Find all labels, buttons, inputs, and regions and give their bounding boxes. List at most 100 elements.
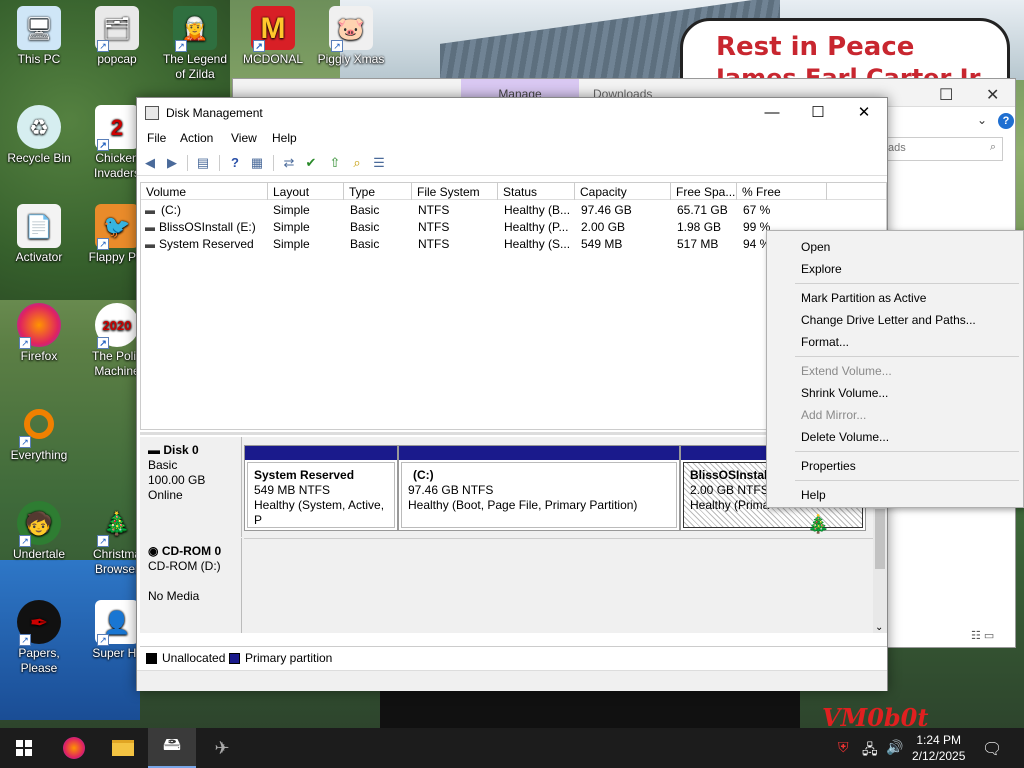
desktop-icon-undertale[interactable]: 🧒 ↗ Undertale — [1, 501, 77, 562]
title-bar[interactable]: Disk Management — ☐ ✕ — [137, 98, 887, 128]
menu-file[interactable]: File — [147, 131, 166, 145]
column-volume[interactable]: Volume — [141, 183, 268, 200]
cell-type: Basic — [350, 237, 380, 251]
partition-size: 97.46 GB NTFS — [408, 483, 494, 497]
cell-layout: Simple — [273, 237, 310, 251]
close-button[interactable]: ✕ — [841, 102, 887, 124]
details-view-icon[interactable]: ☷ ▭ — [971, 629, 994, 642]
back-icon[interactable]: ◀ — [141, 154, 159, 171]
help-icon[interactable]: ? — [226, 154, 244, 171]
menu-item-format[interactable]: Format... — [801, 335, 849, 349]
partition-bar — [245, 446, 397, 460]
menu-item-shrink-volume[interactable]: Shrink Volume... — [801, 386, 888, 400]
menu-action[interactable]: Action — [180, 131, 213, 145]
desktop-icon-papers-please[interactable]: ✒ ↗ Papers, Please — [1, 600, 77, 676]
security-icon[interactable]: ⛨ — [838, 739, 849, 756]
help-icon[interactable]: ? — [998, 113, 1014, 129]
maximize-icon[interactable]: ☐ — [939, 85, 953, 105]
flappy-icon: 🐦 ↗ — [95, 204, 139, 250]
cell-percent-free: 67 % — [743, 203, 771, 217]
column-status[interactable]: Status — [498, 183, 575, 200]
clock[interactable]: 1:24 PM 2/12/2025 — [912, 732, 965, 764]
menu-item-explore[interactable]: Explore — [801, 262, 842, 276]
cdrom-0-label[interactable]: ◉ CD-ROM 0 CD-ROM (D:) No Media — [140, 538, 242, 633]
menu-view[interactable]: View — [231, 131, 257, 145]
search-input[interactable]: ads ⌕ — [881, 137, 1003, 161]
taskbar-disk-management[interactable]: 🖴 — [148, 728, 196, 768]
taskbar-file-explorer[interactable] — [99, 728, 147, 768]
scroll-down-icon[interactable]: ⌄ — [875, 622, 883, 633]
minimize-button[interactable]: — — [749, 102, 795, 124]
console-tree-icon[interactable]: ▤ — [194, 154, 212, 171]
close-icon[interactable]: ✕ — [986, 85, 999, 105]
desktop-icon-legend-of-zilda[interactable]: 🧝 ↗ The Legend of Zilda — [157, 6, 233, 82]
cell-capacity: 549 MB — [581, 237, 623, 251]
desktop-icon-firefox[interactable]: ↗ Firefox — [1, 303, 77, 364]
partition-c[interactable]: (C:) 97.46 GB NTFS Healthy (Boot, Page F… — [398, 445, 680, 531]
cell-free-space: 517 MB — [677, 237, 719, 251]
desktop-icon-activator[interactable]: 📄 Activator — [1, 204, 77, 265]
checklist-icon[interactable]: ✔ — [302, 154, 320, 171]
desktop-icon-popcap[interactable]: 🗂 ↗ popcap — [79, 6, 155, 67]
cell-type: Basic — [350, 220, 380, 234]
desktop-icon-label: Super Hil — [92, 646, 142, 660]
column-type[interactable]: Type — [344, 183, 412, 200]
desktop-icon-everything[interactable]: ↗ Everything — [1, 402, 77, 463]
taskbar-app[interactable]: ✈ — [198, 728, 246, 768]
menu-help[interactable]: Help — [272, 131, 297, 145]
network-icon[interactable]: 🖧 — [862, 739, 878, 763]
maximize-button[interactable]: ☐ — [795, 102, 841, 124]
primary-swatch — [229, 653, 240, 664]
notifications-icon[interactable]: 🗨 — [982, 739, 1002, 759]
cell-type: Basic — [350, 203, 380, 217]
scrollbar-thumb[interactable] — [875, 509, 885, 569]
connect-icon[interactable]: ⇄ — [280, 154, 298, 171]
start-button[interactable] — [0, 728, 48, 768]
properties-icon[interactable]: ▦ — [248, 154, 266, 171]
menu-item-delete-volume[interactable]: Delete Volume... — [801, 430, 889, 444]
cdrom-0-name-row: ◉ CD-ROM 0 — [148, 544, 233, 559]
menu-item-properties[interactable]: Properties — [801, 459, 856, 473]
christmas-tree-icon: 🎄 ↗ — [95, 501, 139, 547]
undertale-icon: 🧒 ↗ — [17, 501, 61, 547]
zelda-icon: 🧝 ↗ — [173, 6, 217, 52]
cell-status: Healthy (S... — [504, 237, 571, 251]
column-capacity[interactable]: Capacity — [575, 183, 671, 200]
chevron-down-icon[interactable]: ⌄ — [977, 113, 987, 127]
taskbar-firefox[interactable] — [50, 728, 98, 768]
super-hil-icon: 👤 ↗ — [95, 600, 139, 646]
column-free-space[interactable]: Free Spa... — [671, 183, 737, 200]
menu-item-mark-active[interactable]: Mark Partition as Active — [801, 291, 926, 305]
volume-icon[interactable]: 🔊 — [886, 739, 903, 756]
menu-item-change-drive-letter[interactable]: Change Drive Letter and Paths... — [801, 313, 976, 327]
cell-status: Healthy (B... — [504, 203, 571, 217]
disk-0-name-row: ▬ Disk 0 — [148, 443, 233, 458]
partition-name: BlissOSInstall — [690, 468, 771, 482]
column-layout[interactable]: Layout — [268, 183, 344, 200]
cell-free-space: 65.71 GB — [677, 203, 728, 217]
partition-bar — [399, 446, 679, 460]
christmas-tree-icon: 🎄 — [807, 514, 830, 534]
desktop-icon-this-pc[interactable]: 🖥 This PC — [1, 6, 77, 67]
disk-0-name: Disk 0 — [163, 443, 199, 457]
search-folder-icon[interactable]: ⌕ — [348, 154, 366, 171]
desktop-icon-label: Recycle Bin — [7, 151, 71, 165]
desktop-icon-piggly-xmas[interactable]: 🐷 ↗ Piggly Xmas — [313, 6, 389, 67]
menu-item-open[interactable]: Open — [801, 240, 830, 254]
forward-icon[interactable]: ▶ — [163, 154, 181, 171]
disk-0-label[interactable]: ▬ Disk 0 Basic 100.00 GB Online — [140, 437, 242, 537]
menu-item-help[interactable]: Help — [801, 488, 826, 502]
partition-system-reserved[interactable]: System Reserved 549 MB NTFS Healthy (Sys… — [244, 445, 398, 531]
column-percent-free[interactable]: % Free — [737, 183, 827, 200]
desktop-icon-label: The Politi Machine — [91, 349, 143, 378]
volume-list-header: Volume Layout Type File System Status Ca… — [141, 183, 886, 200]
upload-icon[interactable]: ⇧ — [326, 154, 344, 171]
list-icon[interactable]: ☰ — [370, 154, 388, 171]
context-menu[interactable]: Open Explore Mark Partition as Active Ch… — [766, 230, 1024, 508]
desktop-icon-recycle-bin[interactable]: ♻ Recycle Bin — [1, 105, 77, 166]
menu-separator — [795, 283, 1019, 284]
legend-primary: Primary partition — [245, 651, 333, 665]
column-file-system[interactable]: File System — [412, 183, 498, 200]
desktop-icon-mcdonal[interactable]: M ↗ MCDONAL — [235, 6, 311, 67]
table-row[interactable]: ▬ (C:) Simple Basic NTFS Healthy (B... 9… — [141, 202, 886, 219]
